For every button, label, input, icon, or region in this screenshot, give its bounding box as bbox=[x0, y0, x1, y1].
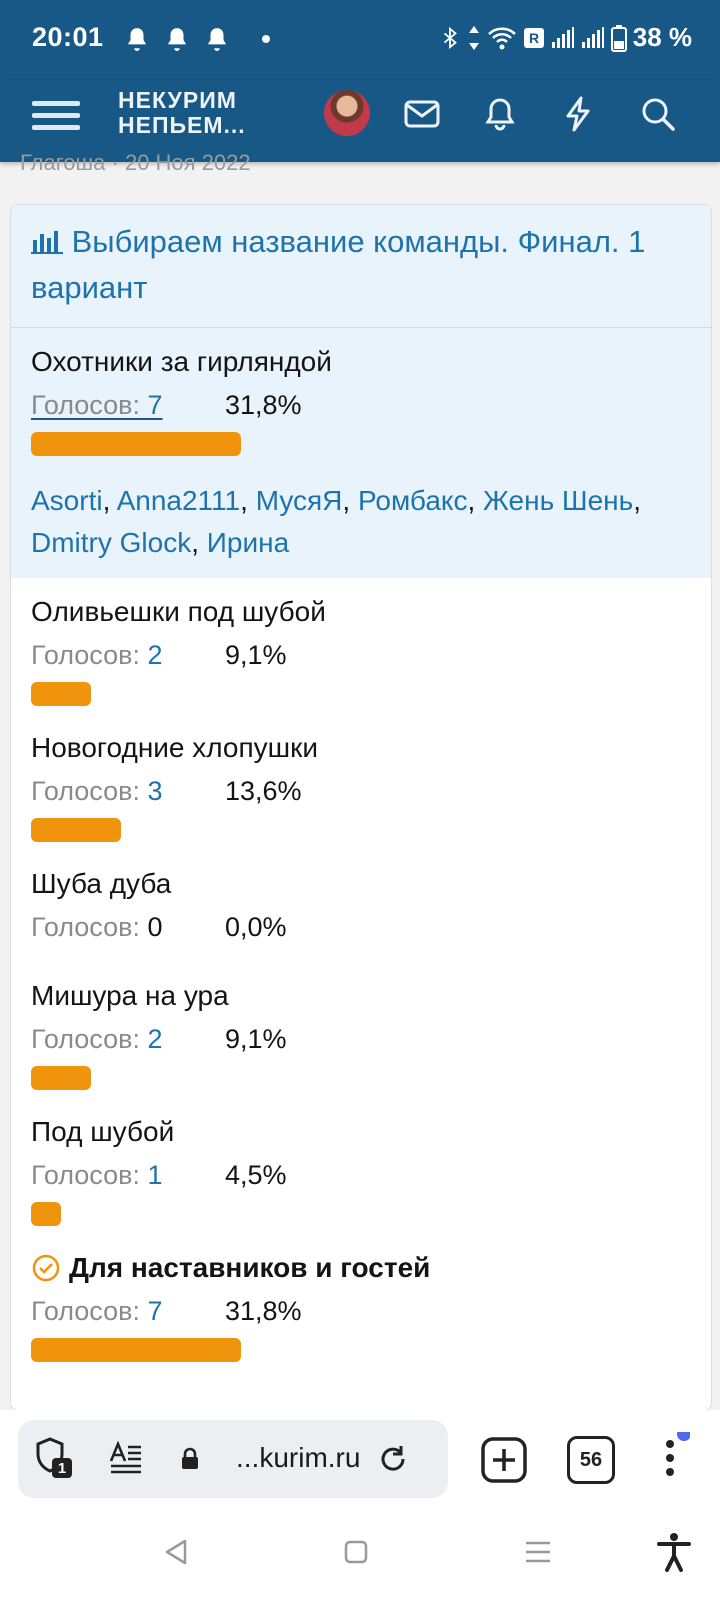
accessibility-icon[interactable] bbox=[654, 1530, 694, 1574]
vote-percent: 4,5% bbox=[225, 1160, 287, 1190]
poll-chart-icon bbox=[31, 231, 63, 254]
vote-bar bbox=[31, 432, 241, 456]
poll-option-name: Для наставников и гостей bbox=[69, 1252, 431, 1283]
vote-bar bbox=[31, 682, 91, 706]
bell-icon bbox=[128, 28, 146, 51]
lock-icon bbox=[176, 1444, 204, 1474]
more-menu-icon[interactable] bbox=[650, 1432, 690, 1488]
reader-mode-icon[interactable] bbox=[106, 1438, 146, 1478]
poll-option-name: Новогодние хлопушки bbox=[31, 732, 319, 763]
poll-option: Шуба дуба Голосов: 0 0,0% bbox=[11, 842, 711, 946]
browser-toolbar: 1 ...kurim.ru 56 bbox=[0, 1410, 720, 1520]
voter-link[interactable]: Жень Шень bbox=[483, 485, 633, 516]
back-icon[interactable] bbox=[160, 1536, 192, 1568]
bell-icon bbox=[208, 28, 226, 51]
address-bar[interactable]: 1 ...kurim.ru bbox=[18, 1420, 448, 1498]
status-time: 20:01 bbox=[32, 22, 104, 52]
search-icon[interactable] bbox=[638, 94, 678, 134]
bell-icon bbox=[168, 28, 186, 51]
shield-icon[interactable]: 1 bbox=[32, 1436, 76, 1480]
tab-count-button[interactable]: 56 bbox=[567, 1436, 615, 1484]
vote-bar bbox=[31, 1202, 61, 1226]
voter-link[interactable]: Asorti bbox=[31, 485, 103, 516]
notification-icons bbox=[124, 26, 270, 52]
votes-link[interactable]: Голосов: 7 bbox=[31, 1292, 225, 1330]
vote-percent: 0,0% bbox=[225, 912, 287, 942]
battery-icon bbox=[610, 24, 627, 52]
poll-option: Под шубой Голосов: 1 4,5% bbox=[11, 1090, 711, 1226]
voter-link[interactable]: Ромбакс bbox=[358, 485, 467, 516]
poll-title: Выбираем название команды. Финал. 1 вари… bbox=[31, 224, 646, 305]
svg-text:1: 1 bbox=[58, 1460, 66, 1477]
voter-link[interactable]: Dmitry Glock bbox=[31, 527, 191, 558]
votes-link[interactable]: Голосов: 1 bbox=[31, 1156, 225, 1194]
votes-text: Голосов: 0 bbox=[31, 912, 163, 942]
poll-option-name: Охотники за гирляндой bbox=[31, 346, 332, 377]
poll-option-name: Шуба дуба bbox=[31, 868, 172, 899]
vote-percent: 31,8% bbox=[225, 390, 302, 420]
votes-link[interactable]: Голосов: 2 bbox=[31, 1020, 225, 1058]
data-arrows-icon bbox=[468, 25, 479, 50]
inbox-icon[interactable] bbox=[402, 94, 442, 134]
poll-option-name: Под шубой bbox=[31, 1116, 175, 1147]
battery-percent: 38 % bbox=[632, 22, 692, 52]
site-logo[interactable]: НЕКУРИМ НЕПЬЕМ... bbox=[118, 88, 246, 138]
status-right: R 38 % bbox=[439, 22, 692, 53]
roaming-icon: R bbox=[523, 27, 544, 48]
poll-option: Мишура на ура Голосов: 2 9,1% bbox=[11, 946, 711, 1090]
poll-option: Оливьешки под шубой Голосов: 2 9,1% bbox=[11, 578, 711, 706]
new-tab-icon[interactable] bbox=[480, 1436, 528, 1484]
votes-link[interactable]: Голосов: 7 bbox=[31, 386, 225, 424]
poll-option: Новогодние хлопушки Голосов: 3 13,6% bbox=[11, 706, 711, 842]
poll-header: Выбираем название команды. Финал. 1 вари… bbox=[11, 205, 711, 328]
voter-list: Asorti, Anna2111, МусяЯ, Ромбакс, Жень Ш… bbox=[31, 485, 641, 558]
tab-count: 56 bbox=[579, 1448, 603, 1471]
wifi-icon bbox=[487, 27, 516, 49]
vote-percent: 9,1% bbox=[225, 640, 287, 670]
bluetooth-icon bbox=[443, 26, 457, 49]
url-text: ...kurim.ru bbox=[236, 1442, 361, 1473]
dot-icon bbox=[262, 35, 270, 43]
voter-link[interactable]: Anna2111 bbox=[117, 485, 241, 516]
signal-icon bbox=[551, 26, 574, 48]
poll-option-name: Оливьешки под шубой bbox=[31, 596, 326, 627]
poll-option-selected: Для наставников и гостей Голосов: 7 31,8… bbox=[11, 1226, 711, 1362]
system-nav-bar bbox=[0, 1520, 720, 1600]
vote-percent: 13,6% bbox=[225, 776, 302, 806]
bell-icon[interactable] bbox=[480, 94, 520, 134]
vote-percent: 31,8% bbox=[225, 1296, 302, 1326]
poll-option: Охотники за гирляндой Голосов: 7 31,8% A… bbox=[11, 328, 711, 578]
vote-bar bbox=[31, 818, 121, 842]
lightning-icon[interactable] bbox=[558, 94, 598, 134]
signal-icon bbox=[581, 26, 604, 48]
status-bar: 20:01 R 38 % bbox=[0, 0, 720, 80]
menu-icon[interactable] bbox=[32, 94, 80, 142]
poll-card: Выбираем название команды. Финал. 1 вари… bbox=[10, 204, 712, 1411]
poll-option-name: Мишура на ура bbox=[31, 980, 229, 1011]
vote-bar bbox=[31, 1338, 241, 1362]
svg-text:R: R bbox=[529, 30, 539, 46]
votes-link[interactable]: Голосов: 2 bbox=[31, 636, 225, 674]
voter-link[interactable]: МусяЯ bbox=[256, 485, 343, 516]
thread-meta: Глагоша · 20 Ноя 2022 bbox=[20, 150, 251, 175]
votes-link[interactable]: Голосов: 3 bbox=[31, 772, 225, 810]
home-icon[interactable] bbox=[340, 1536, 372, 1568]
voter-link[interactable]: Ирина bbox=[207, 527, 289, 558]
check-circle-icon bbox=[32, 1254, 60, 1282]
recents-icon[interactable] bbox=[522, 1536, 554, 1568]
avatar[interactable] bbox=[324, 90, 370, 136]
vote-percent: 9,1% bbox=[225, 1024, 287, 1054]
vote-bar bbox=[31, 1066, 91, 1090]
reload-icon[interactable] bbox=[374, 1440, 412, 1478]
